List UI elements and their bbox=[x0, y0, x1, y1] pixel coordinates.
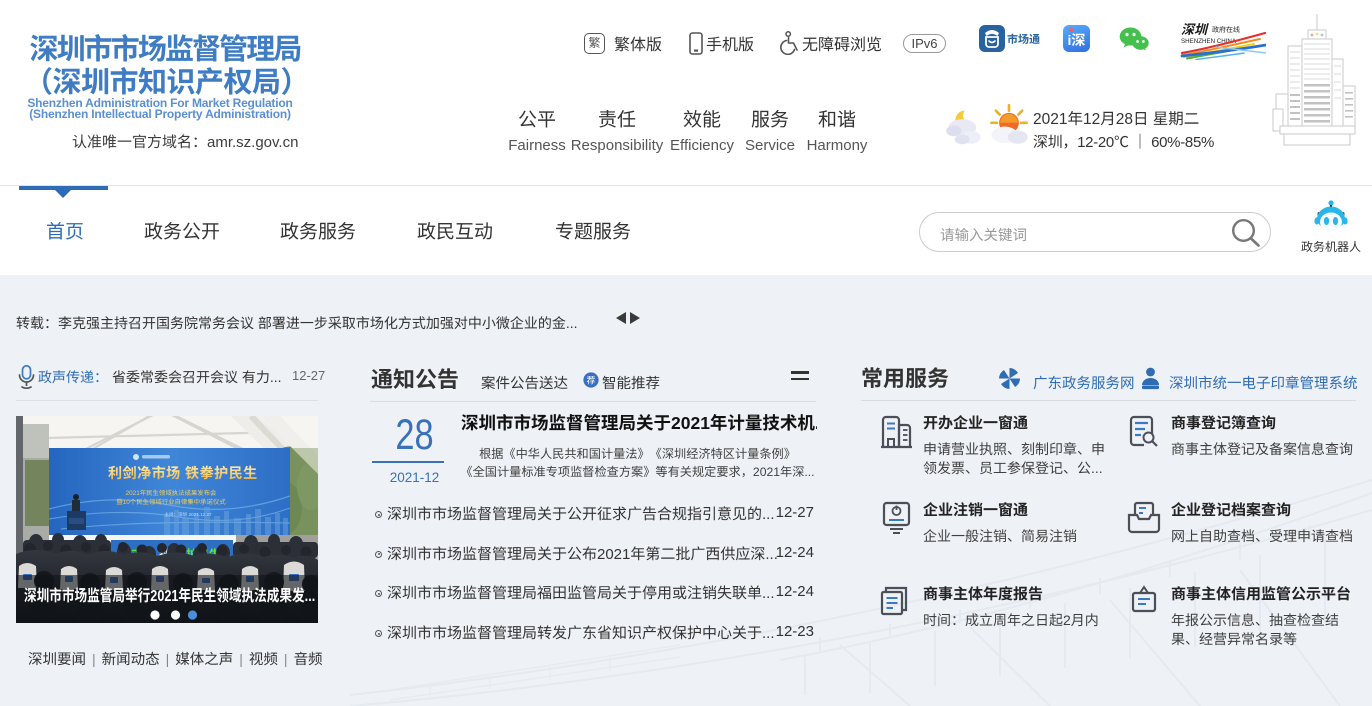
svg-text:SHENZHEN CHINA: SHENZHEN CHINA bbox=[1181, 38, 1237, 45]
svg-text:荐: 荐 bbox=[586, 375, 595, 385]
svg-text:主持：深圳 2021.12.27: 主持：深圳 2021.12.27 bbox=[164, 512, 212, 517]
svg-text:2021年民生领域执法成果发布会: 2021年民生领域执法成果发布会 bbox=[126, 489, 218, 497]
svg-text:暨10个民生领域行业自律集中承诺仪式: 暨10个民生领域行业自律集中承诺仪式 bbox=[116, 498, 226, 506]
svg-text:政府在线: 政府在线 bbox=[1212, 26, 1240, 34]
svg-text:深圳市市场监管局举行2021年民生领域执法成果发...: 深圳市市场监管局举行2021年民生领域执法成果发... bbox=[24, 587, 315, 606]
svg-text:利剑净市场 铁拳护民生: 利剑净市场 铁拳护民生 bbox=[108, 465, 258, 482]
svg-text:深圳: 深圳 bbox=[1181, 22, 1209, 37]
